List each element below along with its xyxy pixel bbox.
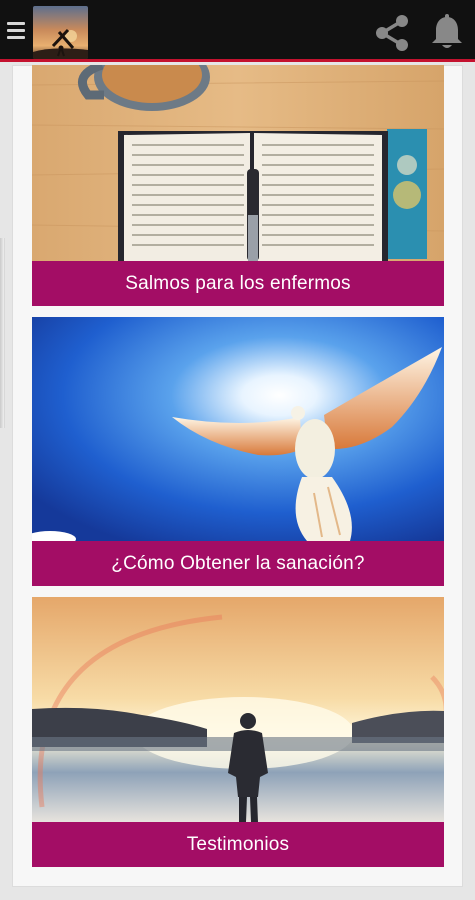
card-salmos[interactable]: Salmos para los enfermos: [32, 65, 444, 306]
white-dove-sun-sky-image: [32, 317, 444, 541]
card-caption: Salmos para los enfermos: [32, 261, 444, 306]
card-caption: Testimonios: [32, 822, 444, 867]
person-at-lake-sunset-rainbow-image: [32, 597, 444, 822]
hamburger-menu-icon[interactable]: [7, 22, 25, 40]
card-testimonios[interactable]: Testimonios: [32, 597, 444, 867]
drawer-edge[interactable]: [0, 238, 5, 428]
open-bible-and-coffee-image: [32, 65, 444, 261]
top-app-bar: [0, 0, 475, 62]
card-caption: ¿Cómo Obtener la sanación?: [32, 541, 444, 586]
card-sanacion[interactable]: ¿Cómo Obtener la sanación?: [32, 317, 444, 586]
share-icon[interactable]: [371, 12, 413, 54]
bell-icon[interactable]: [428, 12, 466, 52]
app-logo[interactable]: [33, 6, 88, 59]
